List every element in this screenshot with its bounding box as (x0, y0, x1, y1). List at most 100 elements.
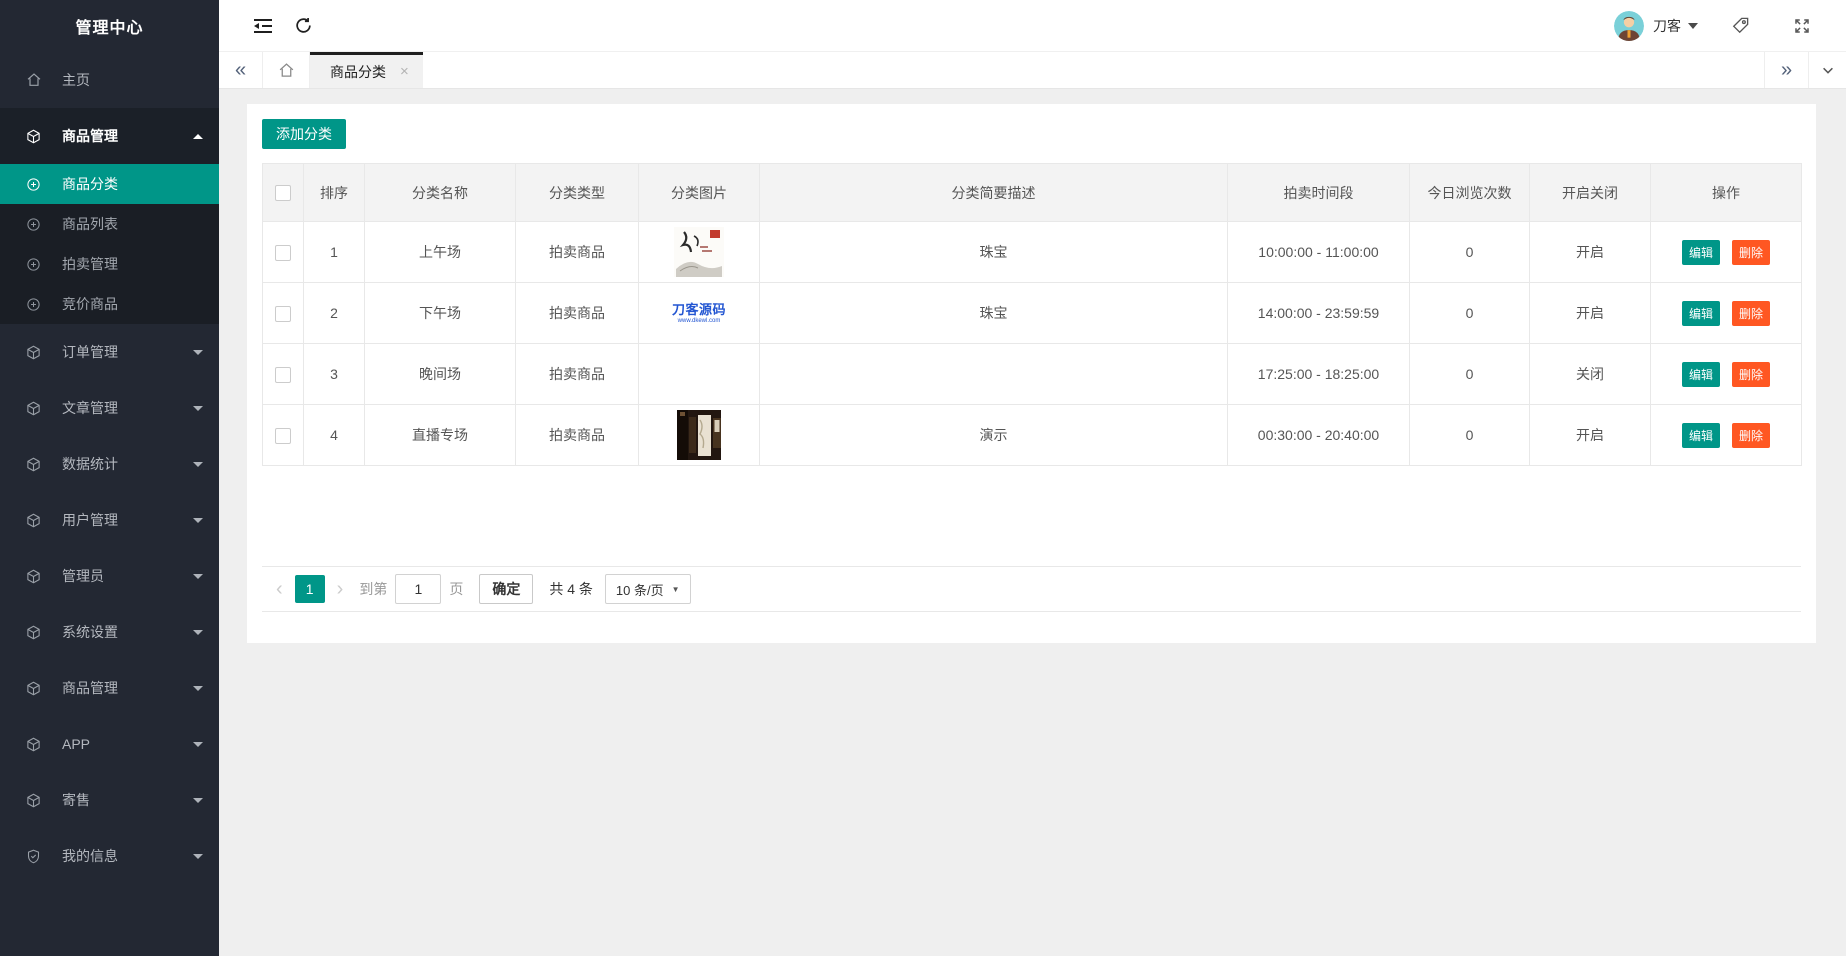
sidebar-item-statistics[interactable]: 数据统计 (0, 436, 219, 492)
sidebar-item-goods-2[interactable]: 商品管理 (0, 660, 219, 716)
table-row: 4 直播专场 拍卖商品 演示 00:30:00 - 20:40:00 0 开启 … (262, 404, 1802, 466)
page-unit-label: 页 (449, 581, 464, 597)
sidebar-item-label: APP (62, 736, 91, 752)
col-header-sort: 排序 (303, 163, 365, 222)
add-category-button[interactable]: 添加分类 (262, 119, 346, 149)
row-checkbox[interactable] (275, 427, 291, 444)
sidebar-item-label: 我的信息 (62, 848, 118, 864)
category-image-painting (640, 227, 759, 277)
sidebar-group-goods[interactable]: 商品管理 (0, 108, 219, 164)
sidebar-item-app[interactable]: APP (0, 716, 219, 772)
cell-sort: 2 (303, 282, 365, 344)
current-page-button[interactable]: 1 (294, 575, 325, 603)
tabs-scroll-right-icon[interactable]: » (1764, 52, 1808, 88)
fullscreen-icon[interactable] (1782, 6, 1822, 46)
logo-subtext: www.dkewl.com (677, 317, 721, 324)
tab-label: 商品分类 (330, 63, 386, 80)
sidebar-submenu: 商品分类 商品列表 拍卖管理 竞价商品 (0, 164, 219, 324)
category-table: 排序 分类名称 分类类型 分类图片 分类简要描述 拍卖时间段 今日浏览次数 开启… (262, 163, 1802, 466)
sidebar-item-admins[interactable]: 管理员 (0, 548, 219, 604)
edit-button[interactable]: 编辑 (1682, 239, 1721, 265)
delete-button[interactable]: 删除 (1731, 300, 1770, 326)
sidebar-item-settings[interactable]: 系统设置 (0, 604, 219, 660)
cell-time: 14:00:00 - 23:59:59 (1227, 282, 1410, 344)
col-header-actions: 操作 (1650, 163, 1802, 222)
sidebar-item-users[interactable]: 用户管理 (0, 492, 219, 548)
cube-icon (26, 568, 42, 584)
delete-button[interactable]: 删除 (1731, 239, 1770, 265)
edit-button[interactable]: 编辑 (1682, 361, 1721, 387)
main-area: 刀客 « 商品分类 × » 添加分类 排序 分类名称 分类类型 分类图片 分类简… (219, 0, 1846, 956)
delete-button[interactable]: 删除 (1731, 422, 1770, 448)
cell-views: 0 (1409, 404, 1530, 466)
edit-button[interactable]: 编辑 (1682, 422, 1721, 448)
sidebar-item-articles[interactable]: 文章管理 (0, 380, 219, 436)
home-icon (26, 72, 42, 88)
edit-button[interactable]: 编辑 (1682, 300, 1721, 326)
caret-down-icon (193, 853, 203, 859)
cell-desc: 珠宝 (759, 221, 1228, 283)
cell-desc: 演示 (759, 404, 1228, 466)
caret-down-icon (193, 349, 203, 355)
table-row: 2 下午场 拍卖商品 刀客源码 www.dkewl.com 珠宝 14:00:0… (262, 282, 1802, 344)
username[interactable]: 刀客 (1653, 16, 1681, 36)
col-header-views: 今日浏览次数 (1409, 163, 1530, 222)
cell-time: 17:25:00 - 18:25:00 (1227, 343, 1410, 405)
user-dropdown-caret-icon[interactable] (1688, 22, 1698, 29)
sidebar-item-label: 系统设置 (62, 624, 118, 640)
delete-button[interactable]: 删除 (1731, 361, 1770, 387)
sidebar-item-goods-list[interactable]: 商品列表 (0, 204, 219, 244)
tabs-scroll-left-icon[interactable]: « (219, 52, 263, 88)
tabbar: « 商品分类 × » (219, 52, 1846, 89)
confirm-button[interactable]: 确定 (479, 574, 534, 604)
tag-icon[interactable] (1720, 6, 1760, 46)
goto-page-input[interactable] (395, 574, 442, 604)
sidebar-item-home[interactable]: 主页 (0, 52, 219, 108)
sidebar-item-orders[interactable]: 订单管理 (0, 324, 219, 380)
home-tab[interactable] (263, 52, 310, 88)
admin-app: 管理中心 主页 商品管理 商品分类 商品列表 拍卖管理 竞价商品 订单管理 文章… (0, 0, 1846, 956)
sidebar-item-label: 管理员 (62, 568, 104, 584)
table-row: 1 上午场 拍卖商品 珠宝 10:00:00 - 11:00:00 0 开启 编… (262, 221, 1802, 283)
caret-down-icon (193, 629, 203, 635)
tabs-menu-icon[interactable] (1808, 52, 1846, 88)
refresh-icon[interactable] (283, 6, 323, 46)
sidebar-item-label: 用户管理 (62, 512, 118, 528)
cube-icon (26, 344, 42, 360)
page-size-value: 10 条/页 (615, 582, 664, 598)
total-count-label: 共 4 条 (549, 581, 593, 597)
next-page-icon[interactable]: › (329, 579, 352, 599)
cell-desc (759, 343, 1228, 405)
caret-down-icon (193, 405, 203, 411)
sidebar-item-label: 文章管理 (62, 400, 118, 416)
plus-circle-icon (26, 296, 42, 312)
sidebar-item-label: 订单管理 (62, 344, 118, 360)
cell-time: 10:00:00 - 11:00:00 (1227, 221, 1410, 283)
row-checkbox[interactable] (275, 305, 291, 322)
sidebar-item-label: 商品管理 (62, 128, 118, 144)
row-checkbox[interactable] (275, 366, 291, 383)
shield-check-icon (26, 848, 42, 864)
row-checkbox[interactable] (275, 244, 291, 261)
sidebar-item-consignment[interactable]: 寄售 (0, 772, 219, 828)
prev-page-icon[interactable]: ‹ (268, 579, 291, 599)
cell-actions: 编辑 删除 (1650, 221, 1802, 283)
sidebar-toggle-icon[interactable] (243, 6, 283, 46)
sidebar-item-category[interactable]: 商品分类 (0, 164, 219, 204)
caret-down-icon (193, 685, 203, 691)
pagination-bar: ‹ 1 › 到第 页 确定 共 4 条 10 条/页 ▼ (262, 566, 1801, 612)
sidebar-item-label: 主页 (62, 72, 90, 88)
tab-close-icon[interactable]: × (400, 63, 409, 80)
page-size-select[interactable]: 10 条/页 ▼ (604, 574, 691, 604)
cell-name: 直播专场 (364, 404, 516, 466)
sidebar-item-bidding[interactable]: 竞价商品 (0, 284, 219, 324)
cube-icon (26, 736, 42, 752)
user-avatar[interactable] (1614, 10, 1644, 41)
caret-down-icon (193, 741, 203, 747)
select-all-checkbox[interactable] (275, 185, 291, 202)
sidebar-item-auction[interactable]: 拍卖管理 (0, 244, 219, 284)
tab-goods-category[interactable]: 商品分类 × (310, 52, 423, 88)
category-image-logo: 刀客源码 www.dkewl.com (640, 288, 759, 338)
cell-status: 开启 (1529, 221, 1651, 283)
sidebar-item-my-info[interactable]: 我的信息 (0, 828, 219, 884)
